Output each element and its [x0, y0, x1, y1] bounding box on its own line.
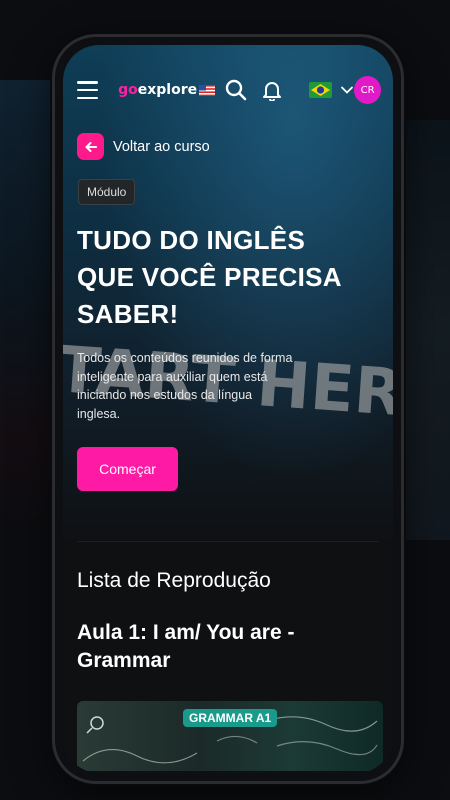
lesson-title: Aula 1: I am/ You are - Grammar	[77, 621, 295, 672]
chevron-down-icon	[341, 86, 354, 94]
search-icon[interactable]	[225, 79, 247, 101]
app-screen: START HERE go explore CR Voltar ao curso…	[63, 45, 393, 773]
us-flag-icon	[199, 84, 216, 96]
start-button[interactable]: Começar	[77, 447, 178, 491]
top-bar: go explore CR	[63, 67, 393, 113]
brazil-flag-icon	[309, 82, 333, 98]
bell-icon[interactable]	[261, 79, 283, 101]
app-logo[interactable]: go explore	[118, 82, 216, 98]
lesson-level-tag: GRAMMAR A1	[183, 709, 278, 727]
back-to-course-link[interactable]: Voltar ao curso	[77, 133, 210, 160]
course-description: Todos os conteúdos reunidos de forma int…	[77, 351, 293, 421]
menu-icon[interactable]	[77, 81, 99, 99]
background-left-panel	[0, 80, 60, 550]
logo-suffix: explore	[137, 82, 198, 98]
language-selector[interactable]	[309, 82, 354, 98]
divider	[77, 541, 379, 542]
module-badge: Módulo	[78, 179, 136, 205]
phone-frame: START HERE go explore CR Voltar ao curso…	[52, 34, 404, 784]
course-title: TUDO DO INGLÊS QUE VOCÊ PRECISA SABER!	[77, 225, 341, 329]
arrow-left-icon	[77, 133, 104, 160]
avatar[interactable]: CR	[354, 76, 381, 104]
back-link-label: Voltar ao curso	[113, 138, 210, 155]
logo-prefix: go	[118, 82, 138, 98]
playlist-heading: Lista de Reprodução	[77, 569, 271, 592]
lesson-thumbnail[interactable]: GRAMMAR A1	[77, 701, 383, 771]
